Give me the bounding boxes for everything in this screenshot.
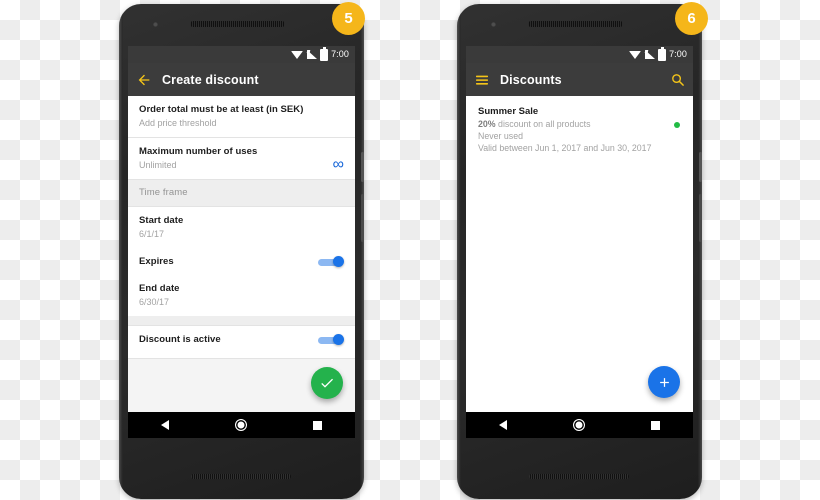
status-bar-icons <box>629 47 667 61</box>
save-fab-button[interactable] <box>311 367 343 399</box>
expires-toggle[interactable] <box>318 256 344 267</box>
row-end-date[interactable]: End date 6/30/17 <box>128 275 355 316</box>
search-icon[interactable] <box>670 72 685 87</box>
discount-validity: Valid between Jun 1, 2017 and Jun 30, 20… <box>478 143 652 153</box>
row-title: Expires <box>139 256 174 267</box>
discount-amount: 20% <box>478 119 496 129</box>
recents-square-icon[interactable] <box>313 420 322 430</box>
volume-button[interactable] <box>361 194 364 242</box>
add-discount-fab-button[interactable] <box>648 366 680 398</box>
row-title: Discount is active <box>139 334 221 345</box>
discount-usage: Never used <box>478 131 523 141</box>
row-max-uses[interactable]: Maximum number of uses Unlimited ∞ <box>128 138 355 179</box>
discount-list: Summer Sale 20% discount on all products… <box>466 96 693 412</box>
row-title: Maximum number of uses <box>139 146 258 157</box>
infinity-icon[interactable]: ∞ <box>333 157 344 173</box>
row-subtitle: Unlimited <box>139 160 177 170</box>
section-gap <box>128 316 355 325</box>
status-bar-clock: 7:00 <box>669 49 687 59</box>
step-badge-6: 6 <box>675 2 708 35</box>
battery-icon <box>658 47 667 61</box>
phone-device-1: 7:00 Create discount Order total must be… <box>119 4 364 499</box>
battery-icon <box>320 47 329 61</box>
phone-left-rim <box>457 9 461 494</box>
row-order-total[interactable]: Order total must be at least (in SEK) Ad… <box>128 96 355 137</box>
row-start-date[interactable]: Start date 6/1/17 <box>128 207 355 248</box>
phone-left-rim <box>119 9 123 494</box>
row-expires[interactable]: Expires <box>128 248 355 275</box>
toggle-knob <box>333 334 344 345</box>
page-title: Create discount <box>162 72 259 87</box>
phone-bottom-hardware <box>119 437 364 499</box>
status-bar: 7:00 <box>128 46 355 63</box>
footer-band <box>128 358 355 412</box>
phone-right-rim <box>360 9 364 494</box>
check-icon <box>321 378 333 388</box>
phone-screen-1: 7:00 Create discount Order total must be… <box>128 46 355 438</box>
back-triangle-icon[interactable] <box>499 420 507 430</box>
home-circle-icon[interactable] <box>573 419 585 431</box>
row-discount-active[interactable]: Discount is active <box>128 326 355 353</box>
settings-list: Order total must be at least (in SEK) Ad… <box>128 96 355 412</box>
power-button[interactable] <box>361 152 364 182</box>
phone-top-hardware <box>457 4 702 46</box>
status-bar-clock: 7:00 <box>331 49 349 59</box>
signal-icon <box>644 50 656 59</box>
home-circle-icon[interactable] <box>235 419 247 431</box>
plus-icon <box>659 377 669 387</box>
app-bar: Discounts <box>466 63 693 96</box>
android-nav-bar <box>128 412 355 438</box>
app-bar: Create discount <box>128 63 355 96</box>
back-arrow-icon[interactable] <box>136 72 152 88</box>
discount-active-toggle[interactable] <box>318 334 344 345</box>
phone-right-rim <box>698 9 702 494</box>
front-camera-icon <box>491 22 496 27</box>
hamburger-menu-icon[interactable] <box>474 72 490 88</box>
row-subtitle: 6/30/17 <box>139 297 170 307</box>
wifi-icon <box>629 50 642 59</box>
row-title: Start date <box>139 215 184 226</box>
page-title: Discounts <box>500 72 562 87</box>
row-subtitle: 6/1/17 <box>139 229 165 239</box>
phone-top-hardware <box>119 4 364 46</box>
toggle-knob <box>333 256 344 267</box>
discount-name: Summer Sale <box>478 106 539 117</box>
bottom-speaker-grille <box>191 474 291 479</box>
bottom-speaker-grille <box>529 474 629 479</box>
step-badge-5: 5 <box>332 2 365 35</box>
status-bar-icons <box>291 47 329 61</box>
power-button[interactable] <box>699 152 702 182</box>
earpiece-speaker <box>190 21 285 27</box>
discount-description: 20% discount on all products <box>478 118 681 130</box>
front-camera-icon <box>153 22 158 27</box>
screenshot-stage: 7:00 Create discount Order total must be… <box>0 0 820 500</box>
status-bar: 7:00 <box>466 46 693 63</box>
signal-icon <box>306 50 318 59</box>
recents-square-icon[interactable] <box>651 420 660 430</box>
phone-device-2: 7:00 Discounts Summer Sale 20% discount … <box>457 4 702 499</box>
android-nav-bar <box>466 412 693 438</box>
list-item[interactable]: Summer Sale 20% discount on all products… <box>466 96 693 163</box>
row-title: End date <box>139 283 180 294</box>
back-triangle-icon[interactable] <box>161 420 169 430</box>
row-title: Order total must be at least (in SEK) <box>139 104 304 115</box>
row-subtitle: Add price threshold <box>139 118 217 128</box>
status-badge <box>674 122 680 128</box>
discount-description-text: discount on all products <box>495 119 591 129</box>
phone-screen-2: 7:00 Discounts Summer Sale 20% discount … <box>466 46 693 438</box>
phone-bottom-hardware <box>457 437 702 499</box>
wifi-icon <box>291 50 304 59</box>
earpiece-speaker <box>528 21 623 27</box>
section-header-time-frame: Time frame <box>128 180 355 206</box>
volume-button[interactable] <box>699 194 702 242</box>
